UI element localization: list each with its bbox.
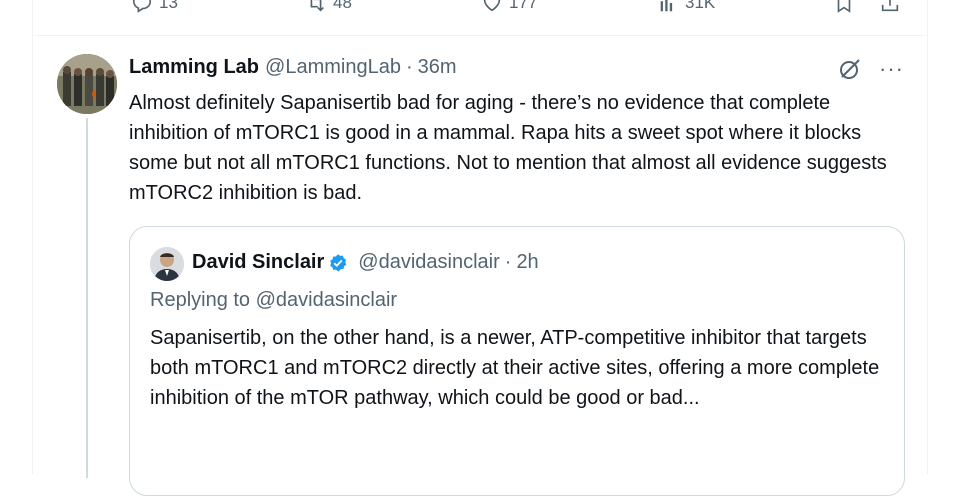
verified-badge-icon bbox=[330, 253, 347, 271]
like-count: 177 bbox=[509, 0, 538, 12]
quote-author-handle: @davidasinclair bbox=[358, 251, 500, 273]
author-name[interactable]: Lamming Lab bbox=[129, 56, 259, 79]
more-options-button[interactable]: ··· bbox=[879, 56, 904, 82]
share-icon bbox=[881, 0, 899, 12]
reply-text: Almost definitely Sapanisertib bad for a… bbox=[129, 92, 887, 204]
views-icon bbox=[660, 0, 673, 12]
lamming-lab-avatar[interactable] bbox=[57, 54, 117, 114]
quoted-tweet-card[interactable]: David Sinclair @davidasinclair · 2h Repl… bbox=[129, 226, 905, 496]
views-count: 31K bbox=[685, 0, 716, 12]
timestamp[interactable]: 36m bbox=[418, 56, 457, 79]
quote-text: Sapanisertib, on the other hand, is a ne… bbox=[150, 327, 880, 409]
quote-meta-dot: · bbox=[504, 251, 512, 273]
grok-icon[interactable] bbox=[837, 56, 863, 82]
divider bbox=[33, 35, 927, 36]
bookmark-action[interactable] bbox=[833, 0, 855, 14]
repost-action[interactable]: 48 bbox=[305, 0, 352, 14]
author-handle[interactable]: @LammingLab bbox=[265, 56, 401, 79]
reply-header: Lamming Lab @LammingLab · 36m bbox=[129, 56, 457, 79]
reply-count: 13 bbox=[159, 0, 178, 12]
reply-action[interactable]: 13 bbox=[131, 0, 178, 14]
quote-replying-to: Replying to @davidasinclair bbox=[150, 289, 398, 311]
like-action[interactable]: 177 bbox=[481, 0, 537, 14]
reply-icon bbox=[132, 0, 152, 13]
david-sinclair-avatar bbox=[150, 247, 184, 281]
meta-dot: · bbox=[405, 56, 413, 78]
views-action[interactable]: 31K bbox=[657, 0, 715, 14]
bookmark-icon bbox=[837, 0, 851, 13]
timeline-column: 13 48 177 31K Lamming Lab @LammingLab · … bbox=[32, 0, 928, 496]
previous-tweet-actions: 13 48 177 31K bbox=[33, 0, 927, 14]
like-icon bbox=[483, 0, 501, 12]
quote-timestamp: 2h bbox=[516, 251, 539, 273]
share-action[interactable] bbox=[879, 0, 901, 14]
quote-author-name: David Sinclair bbox=[192, 251, 325, 273]
repost-icon bbox=[310, 0, 324, 12]
thread-line bbox=[86, 118, 88, 478]
repost-count: 48 bbox=[333, 0, 352, 12]
quote-header: David Sinclair @davidasinclair · 2h bbox=[192, 251, 539, 274]
